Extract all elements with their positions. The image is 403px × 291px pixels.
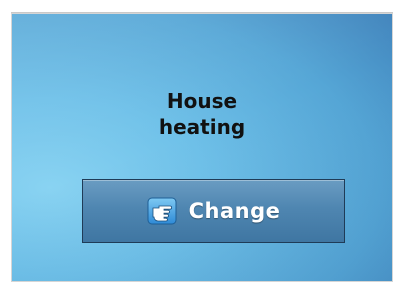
pointing-hand-icon	[147, 197, 177, 225]
panel-title: House heating	[12, 88, 392, 140]
title-line-1: House	[166, 89, 238, 113]
change-button-label: Change	[188, 199, 281, 223]
title-line-2: heating	[158, 115, 246, 139]
change-button[interactable]: Change	[82, 179, 345, 243]
heating-panel: House heating Change	[12, 14, 392, 281]
